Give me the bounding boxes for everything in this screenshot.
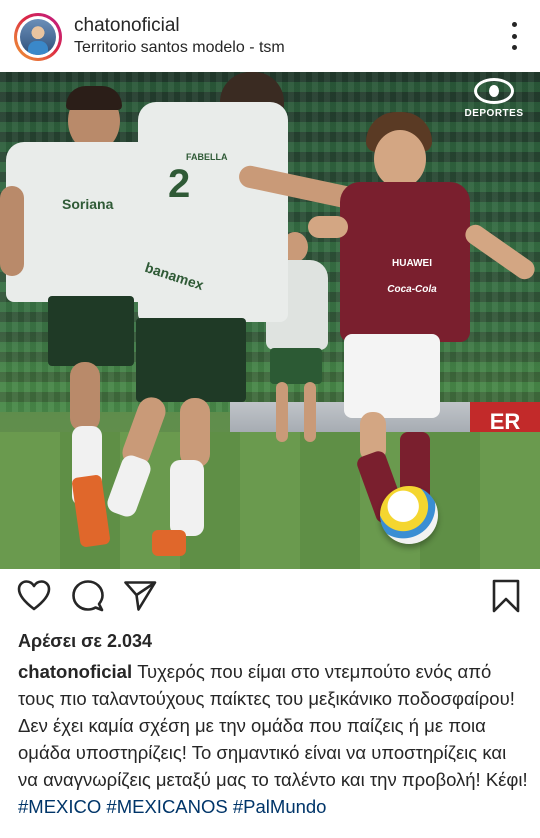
america-player: HUAWEI Coca-Cola [300, 112, 540, 532]
send-icon[interactable] [122, 578, 158, 614]
post-header: chatonoficial Territorio santos modelo -… [0, 0, 540, 72]
hashtag[interactable]: #PalMundo [233, 796, 327, 817]
post-username[interactable]: chatonoficial [74, 15, 180, 37]
broadcaster-logo: DEPORTES [464, 78, 524, 119]
post-photo[interactable]: ER Soriana 2 FABELLA banamex HUAWEI Coca… [0, 72, 540, 569]
bookmark-icon[interactable] [488, 578, 524, 614]
post-location[interactable]: Territorio santos modelo - tsm [74, 39, 285, 57]
avatar[interactable] [14, 13, 62, 61]
shirt-sponsor-cocacola: Coca-Cola [387, 284, 437, 295]
shirt-name: FABELLA [186, 152, 228, 162]
comment-icon[interactable] [70, 578, 106, 614]
televisa-icon [474, 78, 514, 104]
shirt-sponsor-huawei: HUAWEI [392, 258, 432, 269]
more-options-icon[interactable] [502, 22, 526, 50]
avatar-photo [20, 19, 56, 55]
heart-icon[interactable] [16, 578, 52, 614]
likes-count[interactable]: Αρέσει σε 2.034 [18, 631, 152, 652]
post-actions [0, 578, 540, 622]
shirt-number: 2 [168, 162, 191, 206]
caption-username[interactable]: chatonoficial [18, 661, 132, 682]
post-caption: chatonoficial Τυχερός που είμαι στο ντεμ… [18, 658, 528, 820]
santos-player-number-2: 2 FABELLA banamex [70, 72, 359, 562]
hashtag[interactable]: #MEXICO [18, 796, 101, 817]
hashtag[interactable]: #MEXICANOS [106, 796, 227, 817]
soccer-ball [380, 486, 438, 544]
